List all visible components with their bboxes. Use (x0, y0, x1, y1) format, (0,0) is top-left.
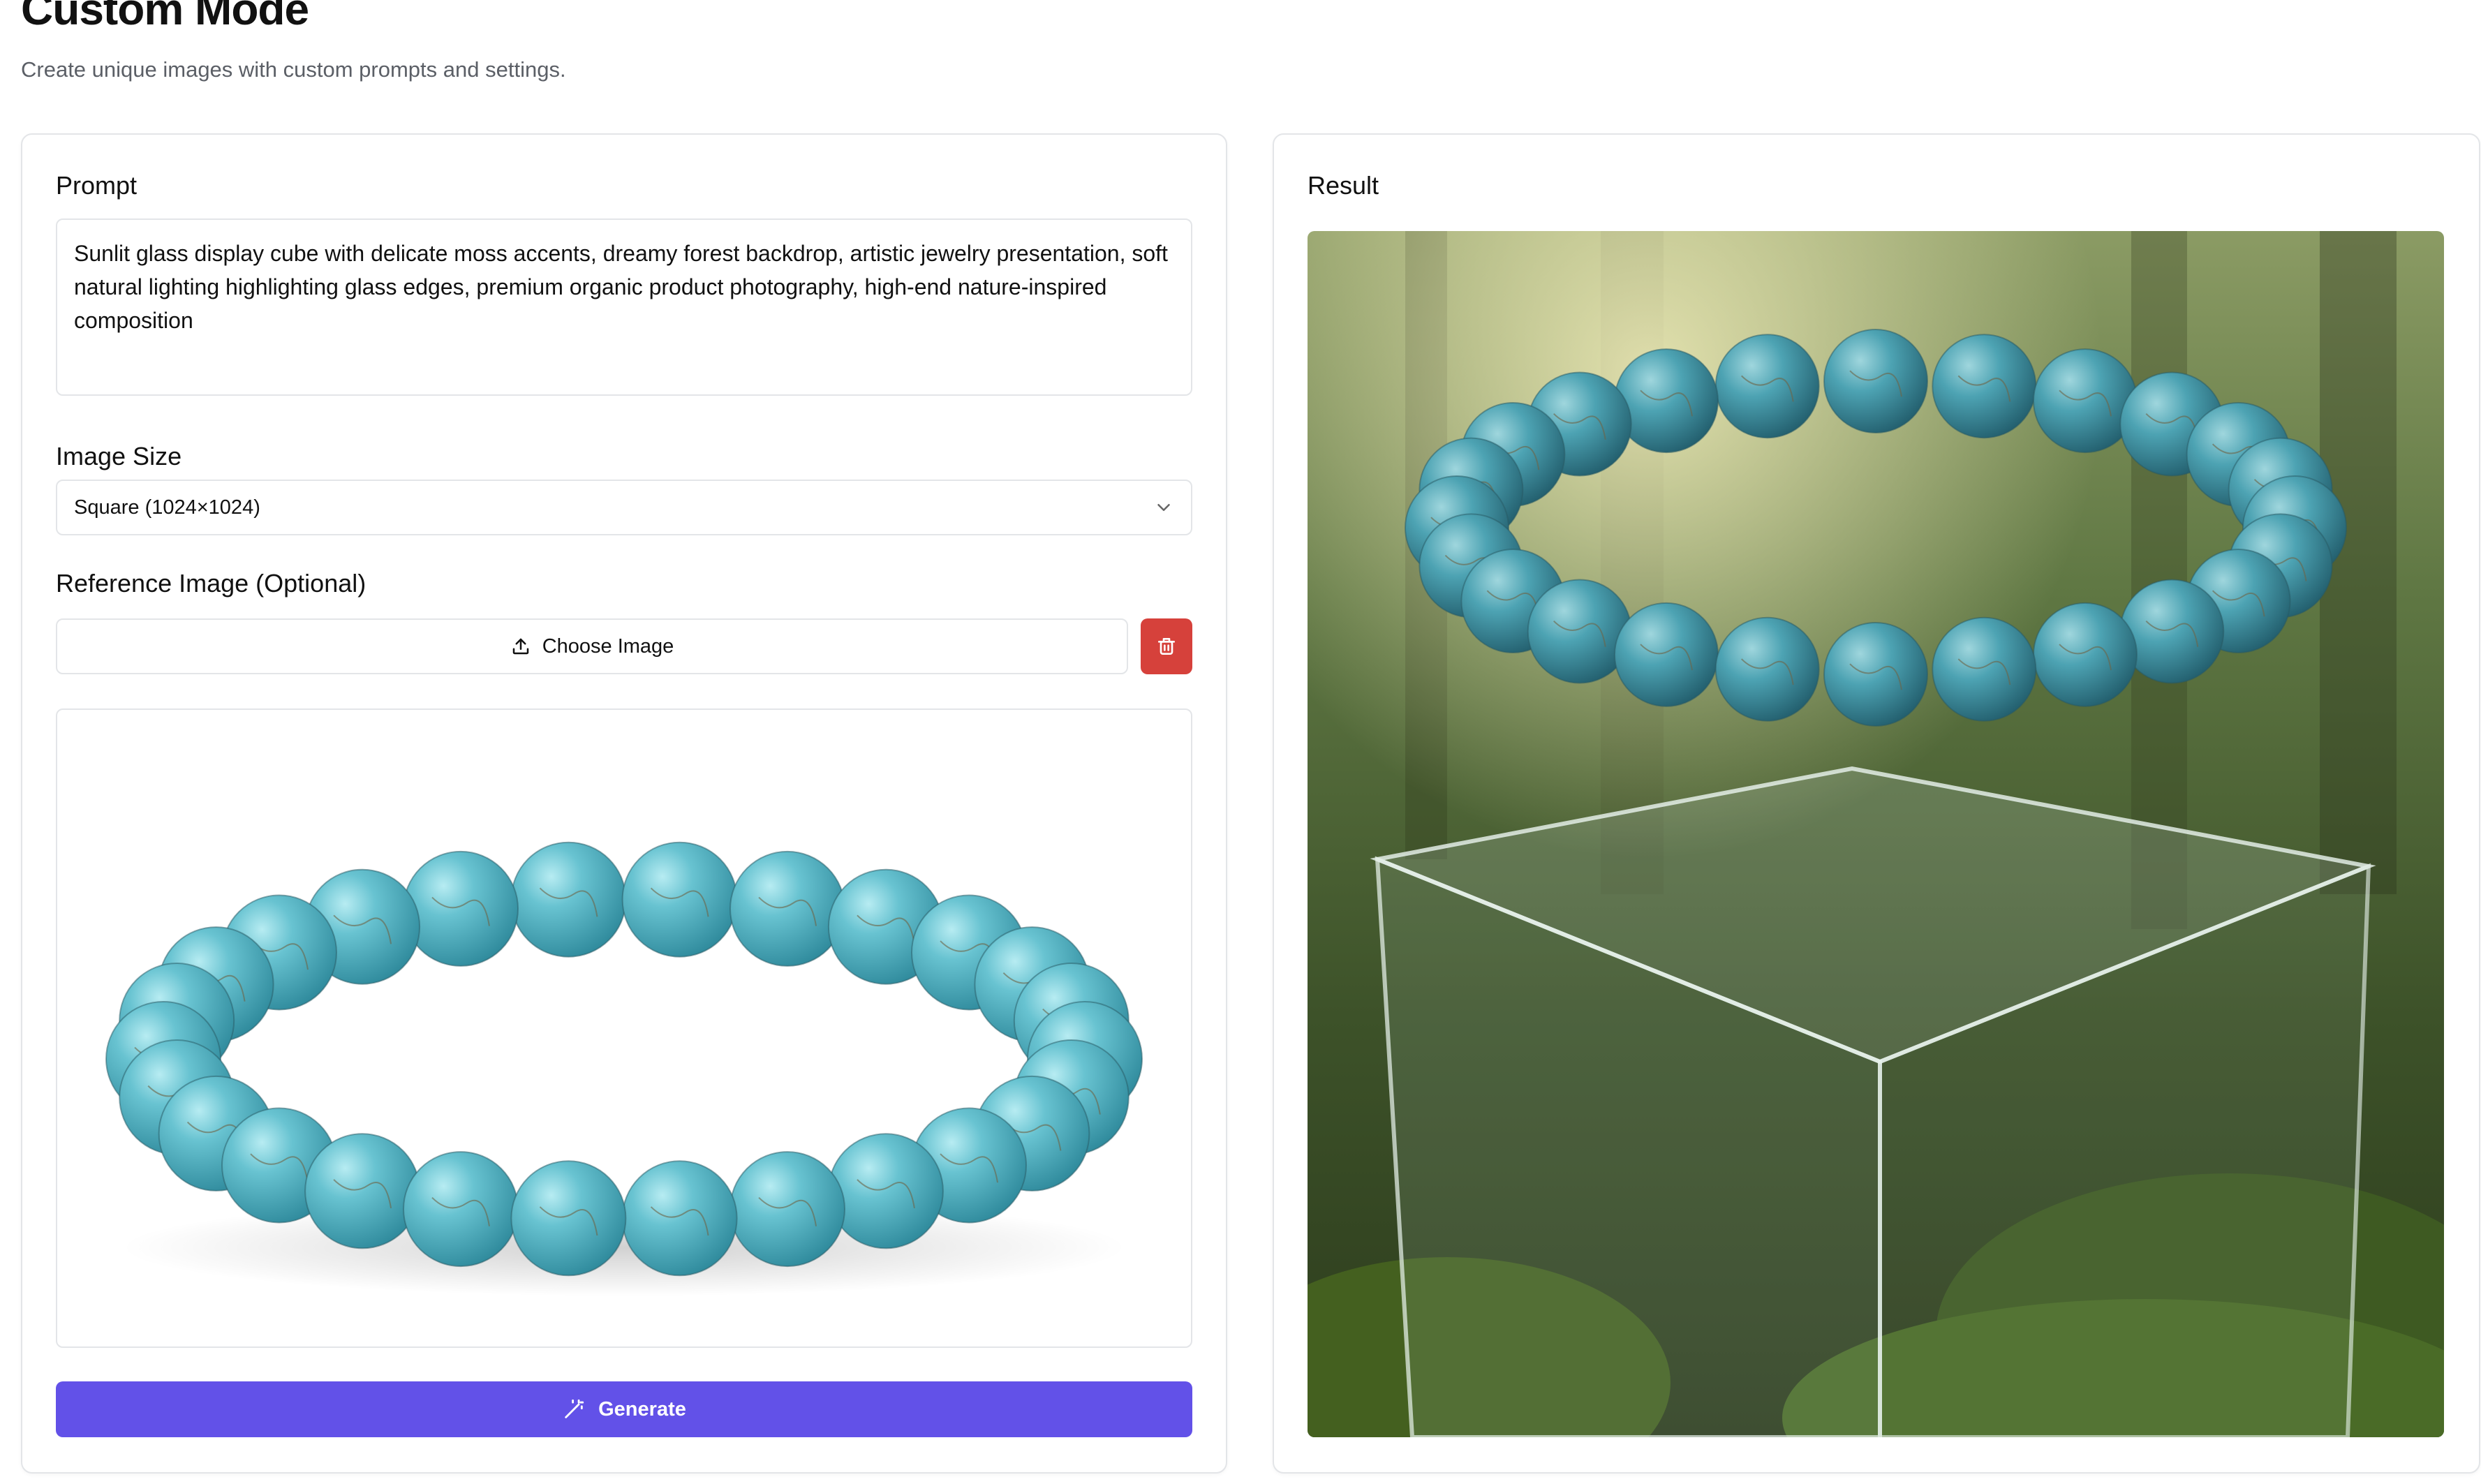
reference-image-preview (56, 708, 1192, 1348)
trash-icon (1158, 638, 1175, 655)
prompt-label: Prompt (56, 171, 138, 200)
image-size-select[interactable]: Square (1024×1024) (56, 480, 1192, 535)
choose-image-label: Choose Image (542, 635, 674, 658)
bead (1823, 622, 1928, 727)
bead (1932, 616, 2037, 722)
reference-image-label: Reference Image (Optional) (56, 569, 366, 598)
delete-image-button[interactable] (1141, 618, 1192, 674)
result-label: Result (1308, 171, 1379, 200)
bead (1614, 602, 1719, 707)
bead (827, 1133, 944, 1249)
bead (621, 1160, 738, 1277)
bead (403, 1151, 519, 1268)
bead (510, 841, 627, 958)
bead (1715, 616, 1820, 722)
magic-wand-icon (565, 1399, 584, 1418)
bead (1932, 334, 2037, 439)
prompt-textarea[interactable]: Sunlit glass display cube with delicate … (56, 218, 1192, 396)
bead (2033, 602, 2138, 707)
bracelet-image (105, 841, 1143, 1296)
generate-button[interactable]: Generate (56, 1381, 1192, 1437)
bead (730, 1151, 845, 1268)
image-size-label: Image Size (56, 442, 182, 470)
result-card: Result (1273, 133, 2480, 1474)
generate-label: Generate (598, 1397, 686, 1420)
page-subtitle: Create unique images with custom prompts… (21, 57, 566, 82)
bead (621, 841, 738, 958)
bead (730, 850, 845, 967)
upload-icon (512, 638, 528, 655)
bead (403, 850, 519, 967)
bead (304, 1133, 421, 1249)
result-image (1308, 231, 2444, 1437)
bead (1823, 329, 1928, 433)
image-size-value: Square (1024×1024) (74, 496, 260, 519)
choose-image-button[interactable]: Choose Image (56, 618, 1128, 674)
bead (510, 1160, 627, 1277)
bead (1715, 334, 1820, 439)
page-title: Custom Mode (21, 0, 309, 34)
settings-card: Prompt Sunlit glass display cube with de… (21, 133, 1227, 1474)
chevron-down-icon (1157, 504, 1170, 511)
